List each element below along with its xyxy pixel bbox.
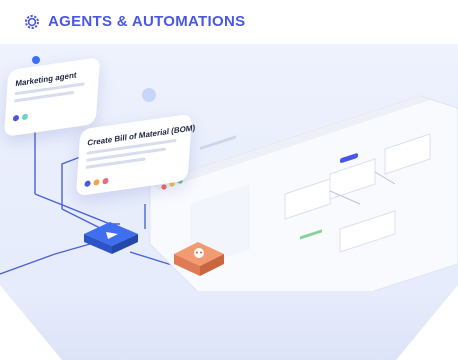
robot-icon	[194, 248, 204, 258]
marketing-agent-card: Marketing agent	[3, 57, 101, 137]
play-node	[84, 222, 138, 254]
gear-icon	[25, 15, 39, 29]
pin-decoration	[32, 56, 40, 64]
corner-cut-right	[396, 285, 458, 360]
corner-cut-left	[0, 285, 62, 360]
bottom-band	[0, 291, 458, 360]
section-header: AGENTS & AUTOMATIONS	[0, 0, 458, 44]
bubble-decoration	[142, 88, 156, 102]
page-title: AGENTS & AUTOMATIONS	[48, 13, 246, 30]
